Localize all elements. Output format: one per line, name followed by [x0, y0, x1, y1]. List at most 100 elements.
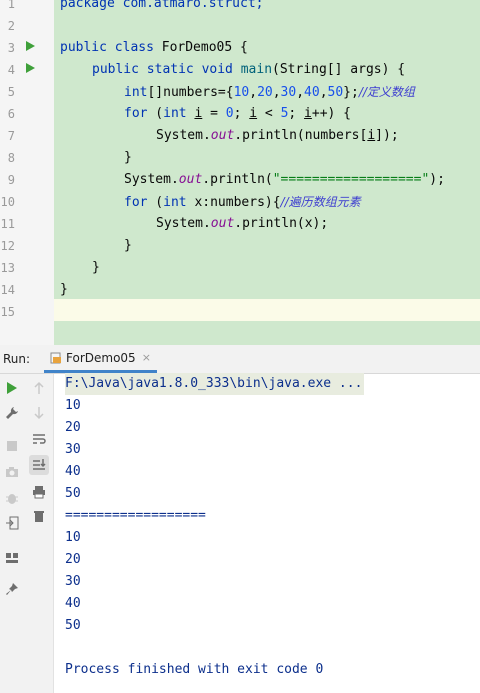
code-line-5: int[]numbers={10,20,30,40,50};//定义数组 — [124, 85, 415, 100]
pin-icon[interactable] — [4, 581, 20, 597]
code-token: } — [60, 282, 68, 297]
code-token: out — [178, 172, 203, 187]
code-line-1: package com.atmaro.struct; — [60, 0, 264, 15]
line-number: 13 — [0, 261, 15, 275]
rerun-up-icon[interactable] — [31, 380, 47, 396]
close-icon[interactable]: × — [142, 351, 151, 364]
selection-highlight-tail — [54, 321, 480, 345]
line-number: 14 — [0, 283, 15, 297]
code-token: out — [210, 128, 235, 143]
code-line-6: for (int i = 0; i < 5; i++) { — [124, 103, 351, 125]
console-line: ================== — [65, 508, 206, 523]
tab-label: ForDemo05 — [66, 350, 136, 365]
console-line: 30 — [65, 442, 81, 457]
code-token: ( — [147, 106, 164, 121]
scroll-down-icon[interactable] — [31, 405, 47, 421]
code-token: i — [367, 128, 376, 143]
run-tool-window-header: Run: ForDemo05 × — [0, 345, 480, 374]
console-command-line: F:\Java\java1.8.0_333\bin\java.exe ... — [65, 373, 365, 395]
code-line-10: for (int x:numbers){//遍历数组元素 — [124, 191, 361, 213]
print-icon[interactable] — [31, 484, 47, 500]
console-line: 20 — [65, 420, 81, 435]
line-number: 5 — [7, 85, 15, 99]
trash-icon[interactable] — [31, 508, 47, 524]
console-line: 40 — [65, 464, 81, 479]
debug-bug-icon[interactable] — [4, 490, 20, 506]
scroll-to-end-icon[interactable] — [29, 455, 49, 475]
code-token: 20 — [257, 85, 273, 100]
layout-icon[interactable] — [4, 550, 20, 566]
code-token: ; — [288, 106, 305, 121]
line-number: 7 — [7, 129, 15, 143]
current-line-highlight — [54, 299, 480, 321]
console-exit-message: Process finished with exit code 0 — [65, 662, 324, 677]
wrench-icon[interactable] — [4, 405, 20, 421]
code-token: ( — [147, 195, 164, 210]
code-editor[interactable]: 1 2 3 4 5 6 7 8 9 10 11 12 13 14 15 pack… — [0, 0, 480, 345]
run-icon[interactable] — [4, 380, 20, 396]
line-number: 12 — [0, 239, 15, 253]
code-token: 50 — [327, 85, 344, 100]
code-token: 10 — [233, 85, 250, 100]
code-token: int — [163, 195, 187, 210]
line-number: 1 — [7, 0, 15, 11]
code-line-12: } — [124, 235, 132, 257]
line-number: 4 — [7, 63, 15, 77]
code-token: } — [124, 238, 132, 253]
code-token: for — [124, 195, 148, 210]
console-line: 10 — [65, 530, 81, 545]
run-toolbar-console — [26, 374, 54, 693]
code-line-8: } — [124, 147, 132, 169]
code-line-3: public class ForDemo05 { — [60, 37, 248, 59]
code-token: .println(numbers[ — [234, 128, 368, 143]
stop-icon[interactable] — [4, 438, 20, 454]
code-token: System. — [156, 128, 211, 143]
code-line-14: } — [60, 279, 68, 301]
code-token: int — [163, 106, 187, 121]
code-token: x:numbers){ — [186, 195, 281, 210]
code-line-7: System.out.println(numbers[i]); — [156, 125, 399, 147]
code-token: = — [202, 106, 226, 121]
tab-fordemo05[interactable]: ForDemo05 × — [44, 345, 157, 373]
line-number: 3 — [7, 41, 15, 55]
console-output[interactable] — [54, 374, 480, 693]
code-comment: //定义数组 — [358, 85, 415, 99]
console-line: 20 — [65, 552, 81, 567]
code-token: i — [249, 106, 258, 121]
line-number: 15 — [0, 305, 15, 319]
code-token: i — [304, 106, 312, 121]
code-token: < — [257, 106, 281, 121]
code-token: ]); — [375, 128, 399, 143]
line-number: 6 — [7, 107, 15, 121]
exit-icon[interactable] — [4, 515, 20, 531]
code-token: int — [124, 85, 148, 100]
code-token: package com.atmaro.struct; — [60, 0, 264, 11]
run-class-icon[interactable] — [26, 41, 35, 51]
code-token: (String[] args) { — [272, 62, 406, 77]
line-number: 11 — [0, 217, 15, 231]
code-token: }; — [343, 85, 359, 100]
console-line: 50 — [65, 486, 81, 501]
file-java-icon — [50, 352, 62, 364]
code-token: public static void — [92, 62, 233, 77]
soft-wrap-icon[interactable] — [31, 431, 47, 447]
code-line-11: System.out.println(x); — [156, 213, 328, 235]
code-line-9: System.out.println("==================")… — [124, 169, 445, 191]
code-line-13: } — [92, 257, 100, 279]
code-token: for — [124, 106, 148, 121]
code-token: out — [210, 216, 235, 231]
run-toolbar-left — [0, 374, 26, 693]
run-label: Run: — [3, 352, 31, 366]
code-token: ForDemo05 { — [153, 40, 248, 55]
code-token: .println( — [202, 172, 273, 187]
run-main-icon[interactable] — [26, 63, 35, 73]
code-token: ++) { — [311, 106, 352, 121]
line-number: 10 — [0, 195, 15, 209]
line-number: 2 — [7, 19, 15, 33]
code-token: System. — [156, 216, 211, 231]
code-line-4: public static void main(String[] args) { — [92, 59, 405, 81]
console-line: 40 — [65, 596, 81, 611]
camera-icon[interactable] — [4, 464, 20, 480]
code-comment: //遍历数组元素 — [280, 195, 361, 209]
code-token: ); — [429, 172, 445, 187]
